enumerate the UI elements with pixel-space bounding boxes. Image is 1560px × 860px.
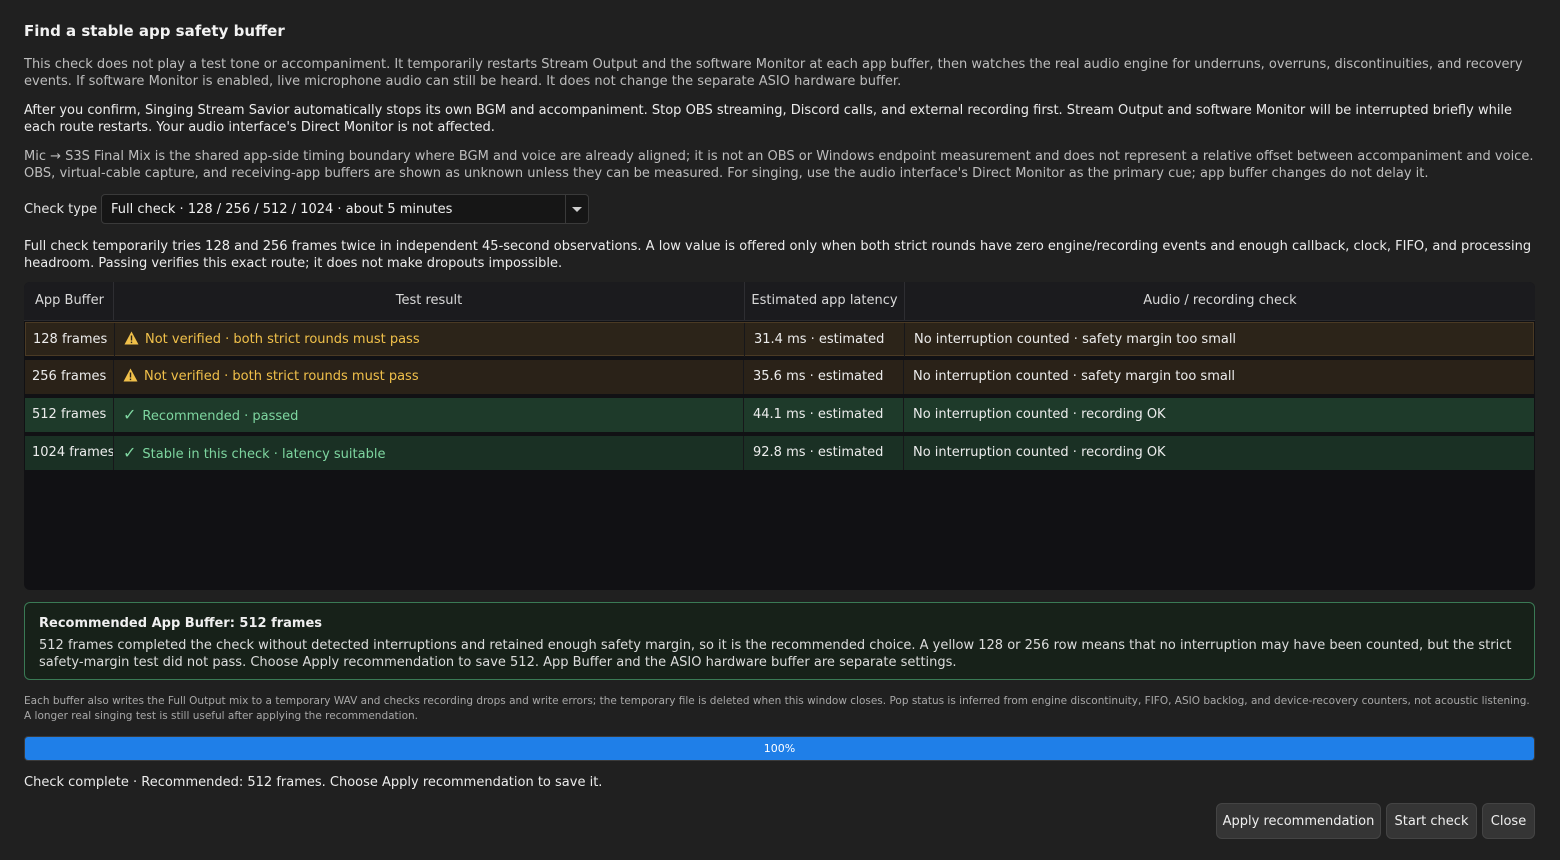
cell-audio: No interruption counted · safety margin … [913,369,1236,384]
cell-divider [113,360,114,394]
cell-audio: No interruption counted · recording OK [913,445,1166,460]
select-divider [565,195,566,223]
cell-result: ✓ Stable in this check · latency suitable [123,436,385,470]
cell-buffer: 256 frames [32,369,107,384]
boundary-note: Mic → S3S Final Mix is the shared app-si… [24,149,1534,181]
cell-divider [114,323,115,357]
check-type-value: Full check · 128 / 256 / 512 / 1024 · ab… [111,202,453,217]
cell-buffer: 512 frames [32,407,107,422]
start-check-button[interactable]: Start check [1386,803,1477,839]
recommendation-heading: Recommended App Buffer: 512 frames [39,616,323,631]
result-text: Stable in this check · latency suitable [142,447,386,462]
cell-divider [744,323,745,357]
cell-result: Not verified · both strict rounds must p… [124,323,420,357]
cell-latency: 31.4 ms · estimated [754,332,885,347]
confirm-note: After you confirm, Singing Stream Savior… [24,103,1513,135]
header-app-buffer: App Buffer [35,293,104,308]
results-table: App Buffer Test result Estimated app lat… [24,282,1535,590]
cell-latency: 35.6 ms · estimated [753,369,884,384]
status-text: Check complete · Recommended: 512 frames… [24,775,603,790]
cell-audio: No interruption counted · recording OK [913,407,1166,422]
cell-divider [113,398,114,432]
table-row[interactable]: 128 frames Not verified · both strict ro… [25,322,1534,357]
checkmark-icon: ✓ [123,405,137,424]
cell-divider [743,436,744,470]
cell-result: Not verified · both strict rounds must p… [123,360,419,394]
result-text: Not verified · both strict rounds must p… [145,332,420,347]
warning-icon [123,368,138,382]
cell-divider [743,360,744,394]
intro-text: This check does not play a test tone or … [24,57,1523,89]
recommendation-body: 512 frames completed the check without d… [39,638,1512,670]
cell-buffer: 128 frames [33,332,108,347]
table-header: App Buffer Test result Estimated app lat… [24,282,1535,321]
progress-bar: 100% [24,736,1535,761]
result-text: Not verified · both strict rounds must p… [144,369,419,384]
recommendation-box: Recommended App Buffer: 512 frames 512 f… [24,602,1535,680]
warning-icon [124,331,139,345]
cell-divider [743,398,744,432]
cell-divider [903,360,904,394]
cell-latency: 44.1 ms · estimated [753,407,884,422]
cell-result: ✓ Recommended · passed [123,398,298,432]
header-test-result: Test result [395,293,463,308]
cell-buffer: 1024 frames [32,445,115,460]
cell-latency: 92.8 ms · estimated [753,445,884,460]
footnote: Each buffer also writes the Full Output … [24,695,1530,722]
table-row[interactable]: 512 frames ✓ Recommended · passed 44.1 ms… [25,398,1534,432]
check-description: Full check temporarily tries 128 and 256… [24,239,1532,271]
dialog-title: Find a stable app safety buffer [24,22,285,40]
check-type-label: Check type [24,202,98,217]
progress-label: 100% [763,742,796,755]
cell-divider [904,323,905,357]
table-row[interactable]: 256 frames Not verified · both strict ro… [25,360,1534,394]
result-text: Recommended · passed [142,409,299,424]
table-row[interactable]: 1024 frames ✓ Stable in this check · late… [25,436,1534,470]
cell-divider [113,436,114,470]
checkmark-icon: ✓ [123,443,137,462]
chevron-down-icon[interactable] [572,207,582,212]
cell-audio: No interruption counted · safety margin … [914,332,1237,347]
header-latency: Estimated app latency [751,293,898,308]
cell-divider [903,436,904,470]
close-button[interactable]: Close [1482,803,1535,839]
header-audio-check: Audio / recording check [1143,293,1297,308]
cell-divider [903,398,904,432]
apply-recommendation-button[interactable]: Apply recommendation [1216,803,1381,839]
check-type-select[interactable]: Full check · 128 / 256 / 512 / 1024 · ab… [101,194,589,224]
